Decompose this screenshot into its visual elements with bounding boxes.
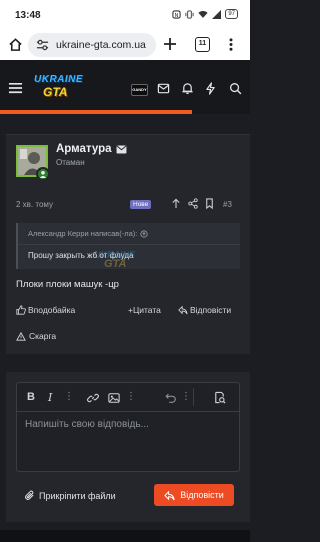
post-timestamp[interactable]: 2 хв. тому <box>16 200 53 209</box>
status-bar: 13:48 N 97 <box>0 0 250 30</box>
bottom-strip <box>0 530 250 542</box>
lightning-icon[interactable] <box>205 82 216 95</box>
header-accent-bar <box>0 110 192 114</box>
reply-editor: B I ⋮ ⋮ ⋮ Напишіть свою відповідь... При… <box>6 372 250 522</box>
online-status-icon <box>36 167 50 181</box>
new-badge: Нове <box>130 200 152 209</box>
report-label: Скарга <box>29 331 57 341</box>
user-avatar[interactable]: GANDY <box>131 84 148 96</box>
search-icon[interactable] <box>229 82 242 95</box>
image-icon[interactable] <box>108 392 120 404</box>
submit-label: Відповісти <box>180 490 224 500</box>
quote-label: +Цитата <box>128 305 161 315</box>
editor-box: B I ⋮ ⋮ ⋮ Напишіть свою відповідь... <box>16 382 240 472</box>
like-button[interactable]: Вподобайка <box>16 305 75 315</box>
quote-divider <box>18 244 240 245</box>
inbox-icon[interactable] <box>157 82 170 95</box>
paperclip-icon <box>25 490 34 500</box>
signal-icon <box>212 9 222 19</box>
browser-toolbar: ukraine-gta.com.ua 11 <box>0 30 250 60</box>
forum-post: Арматура Отаман 2 хв. тому Нове #3 Алекс… <box>6 134 250 354</box>
author-role: Отаман <box>56 158 85 167</box>
url-text: ukraine-gta.com.ua <box>56 39 146 51</box>
post-body: Плоки плоки машук -цр <box>16 279 119 290</box>
site-logo[interactable]: UKRAINE GTA <box>34 74 90 102</box>
menu-icon[interactable] <box>8 82 23 94</box>
status-time: 13:48 <box>15 10 41 21</box>
site-settings-icon[interactable] <box>36 39 49 51</box>
message-author-icon[interactable] <box>116 144 127 154</box>
italic-icon[interactable]: I <box>48 391 52 404</box>
vibrate-icon <box>185 9 194 19</box>
share-icon[interactable] <box>188 198 198 209</box>
toolbar-divider <box>193 388 194 406</box>
more-options-icon[interactable] <box>228 37 234 52</box>
svg-text:N: N <box>175 12 179 18</box>
status-icons: N 97 <box>172 9 238 19</box>
reply-button[interactable]: Відповісти <box>178 305 231 315</box>
reply-label: Відповісти <box>190 305 232 315</box>
nfc-icon: N <box>172 9 181 18</box>
toolbar-separator <box>17 411 239 412</box>
thumbs-up-icon <box>16 305 26 315</box>
like-label: Вподобайка <box>28 305 76 315</box>
upvote-icon[interactable] <box>171 198 181 209</box>
author-name[interactable]: Арматура <box>56 143 112 155</box>
quote-jump-icon[interactable] <box>140 229 148 238</box>
reply-icon <box>178 305 188 315</box>
submit-reply-button[interactable]: Відповісти <box>154 484 234 506</box>
address-bar[interactable]: ukraine-gta.com.ua <box>28 33 156 57</box>
link-icon[interactable] <box>87 392 99 404</box>
attach-files-button[interactable]: Прикріпити файли <box>24 490 116 501</box>
quote-author: Александр Керри написав(-ла): <box>28 229 138 238</box>
logo-top-text: UKRAINE <box>34 74 84 85</box>
post-number[interactable]: #3 <box>223 200 232 209</box>
logo-bottom-text: GTA <box>43 85 68 99</box>
quote-header[interactable]: Александр Керри написав(-ла): <box>28 229 148 238</box>
home-icon[interactable] <box>8 37 23 52</box>
quote-button[interactable]: +Цитата <box>128 305 161 315</box>
more-insert-icon[interactable]: ⋮ <box>126 391 136 402</box>
tab-switcher-button[interactable]: 11 <box>195 37 210 52</box>
battery-icon: 97 <box>225 9 238 19</box>
post-author: Арматура <box>56 143 127 155</box>
reply-arrow-icon <box>164 490 175 500</box>
site-header: UKRAINE GTA GANDY <box>0 60 250 114</box>
more-history-icon[interactable]: ⋮ <box>181 391 191 402</box>
new-tab-icon[interactable] <box>163 37 177 51</box>
logo-watermark: UKRAINE GTA <box>94 250 135 270</box>
warning-icon <box>16 331 26 341</box>
report-button[interactable]: Скарга <box>16 331 56 341</box>
bookmark-icon[interactable] <box>205 198 214 209</box>
more-format-icon[interactable]: ⋮ <box>64 391 74 402</box>
preview-icon[interactable] <box>213 391 226 404</box>
bell-icon[interactable] <box>181 82 194 95</box>
attach-label: Прикріпити файли <box>39 490 116 501</box>
bold-icon[interactable]: B <box>27 391 35 403</box>
undo-icon[interactable] <box>165 392 177 404</box>
reply-textarea[interactable]: Напишіть свою відповідь... <box>25 419 149 430</box>
wifi-icon <box>198 10 208 18</box>
